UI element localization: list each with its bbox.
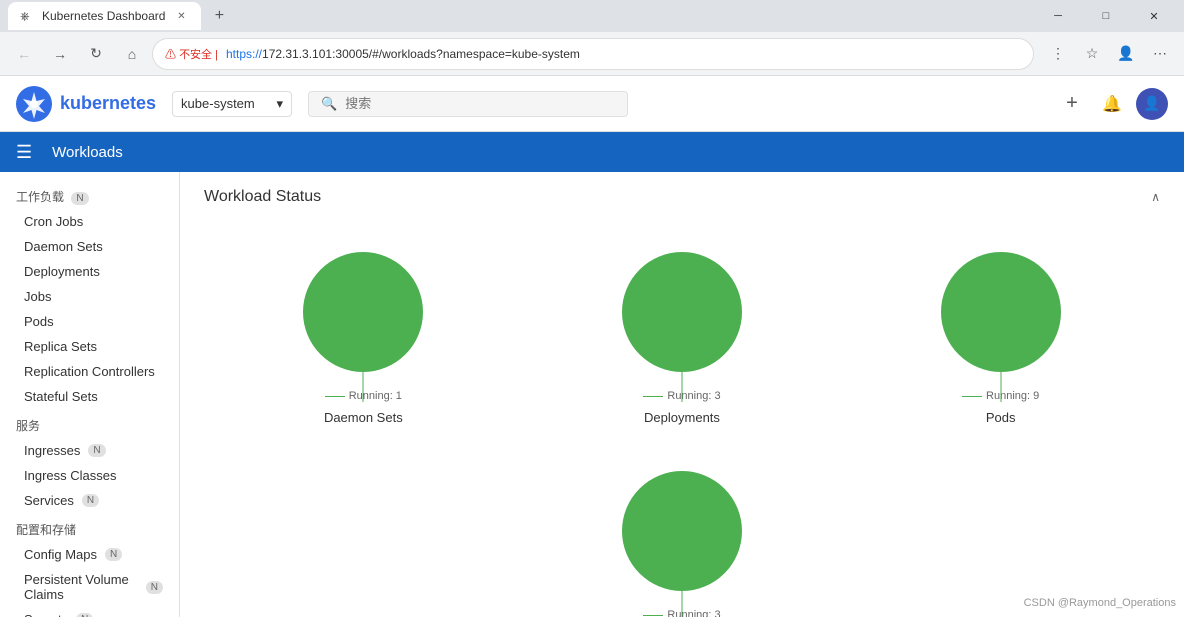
kubernetes-logo-text: kubernetes xyxy=(60,93,156,114)
extensions-icon[interactable]: ⋮ xyxy=(1042,38,1074,70)
sidebar-section-services: 服务 xyxy=(0,409,179,438)
watermark: CSDN @Raymond_Operations xyxy=(1024,597,1176,609)
sidebar-section-config: 配置和存储 xyxy=(0,513,179,542)
app: kubernetes kube-system ▾ 🔍 + 🔔 👤 ☰ Workl… xyxy=(0,76,1184,617)
url-path: /#/workloads?namespace=kube-system xyxy=(369,47,580,61)
url-protocol: https:// xyxy=(226,47,262,61)
profile-icon[interactable]: 👤 xyxy=(1110,38,1142,70)
sidebar-section-workloads: 工作负载 N xyxy=(0,180,179,209)
bookmark-icon[interactable]: ☆ xyxy=(1076,38,1108,70)
sidebar-item-ingress-classes[interactable]: Ingress Classes xyxy=(0,463,179,488)
pods-circle xyxy=(941,252,1061,372)
home-button[interactable]: ⌂ xyxy=(116,38,148,70)
pods-line xyxy=(1000,362,1001,402)
search-input[interactable] xyxy=(345,96,615,111)
url-domain: 172.31.3.101 xyxy=(262,47,332,61)
url-port: :30005 xyxy=(332,47,369,61)
sidebar-item-services[interactable]: Services N xyxy=(0,488,179,513)
url-text: https://172.31.3.101:30005/#/workloads?n… xyxy=(226,47,580,61)
user-avatar[interactable]: 👤 xyxy=(1136,88,1168,120)
browser-titlebar: ⎈ Kubernetes Dashboard ✕ + ─ □ ✕ xyxy=(0,0,1184,32)
minimize-button[interactable]: ─ xyxy=(1036,0,1080,32)
daemon-sets-name: Daemon Sets xyxy=(324,410,403,425)
deployments-circle-wrapper xyxy=(612,242,752,382)
collapse-button[interactable]: ∧ xyxy=(1151,190,1160,204)
tab-close-button[interactable]: ✕ xyxy=(173,8,189,24)
pods-name: Pods xyxy=(986,410,1016,425)
notifications-button[interactable]: 🔔 xyxy=(1096,88,1128,120)
sidebar: 工作负载 N Cron Jobs Daemon Sets Deployments… xyxy=(0,172,180,617)
sidebar-item-cron-jobs[interactable]: Cron Jobs xyxy=(0,209,179,234)
refresh-button[interactable]: ↻ xyxy=(80,38,112,70)
search-icon: 🔍 xyxy=(321,96,337,112)
sidebar-item-ingresses[interactable]: Ingresses N xyxy=(0,438,179,463)
close-button[interactable]: ✕ xyxy=(1132,0,1176,32)
main-content: Workload Status ∧ Running: 1 Daemon Sets xyxy=(180,172,1184,617)
content-area: 工作负载 N Cron Jobs Daemon Sets Deployments… xyxy=(0,172,1184,617)
pods-circle-wrapper xyxy=(931,242,1071,382)
replica-sets-circle-wrapper xyxy=(612,461,752,601)
chart-deployments: Running: 3 Deployments xyxy=(523,222,842,441)
panel-header: Workload Status ∧ xyxy=(204,188,1160,206)
back-button[interactable]: ← xyxy=(8,38,40,70)
sidebar-item-replication-controllers[interactable]: Replication Controllers xyxy=(0,359,179,384)
toolbar-actions: ⋮ ☆ 👤 ⋯ xyxy=(1042,38,1176,70)
security-warning: ⚠ 不安全 | xyxy=(165,46,218,62)
kubernetes-logo-icon xyxy=(16,86,52,122)
services-badge: N xyxy=(82,494,99,507)
config-maps-badge: N xyxy=(105,548,122,561)
sidebar-item-jobs[interactable]: Jobs xyxy=(0,284,179,309)
daemon-sets-circle xyxy=(303,252,423,372)
app-header: kubernetes kube-system ▾ 🔍 + 🔔 👤 xyxy=(0,76,1184,132)
chart-replica-sets: Running: 3 Replica Sets xyxy=(523,441,842,617)
deployments-line xyxy=(681,362,682,402)
sidebar-item-stateful-sets[interactable]: Stateful Sets xyxy=(0,384,179,409)
header-actions: + 🔔 👤 xyxy=(1056,88,1168,120)
address-bar[interactable]: ⚠ 不安全 | https://172.31.3.101:30005/#/wor… xyxy=(152,38,1034,70)
sidebar-item-daemon-sets[interactable]: Daemon Sets xyxy=(0,234,179,259)
add-button[interactable]: + xyxy=(1056,88,1088,120)
daemon-sets-line xyxy=(363,362,364,402)
browser-tab[interactable]: ⎈ Kubernetes Dashboard ✕ xyxy=(8,2,201,30)
workloads-badge: N xyxy=(71,192,88,205)
deployments-circle xyxy=(622,252,742,372)
sidebar-item-deployments[interactable]: Deployments xyxy=(0,259,179,284)
deployments-name: Deployments xyxy=(644,410,720,425)
search-box[interactable]: 🔍 xyxy=(308,91,628,117)
sidebar-item-replica-sets[interactable]: Replica Sets xyxy=(0,334,179,359)
workloads-nav-title: Workloads xyxy=(52,144,123,161)
tab-title: Kubernetes Dashboard xyxy=(42,9,165,23)
forward-button[interactable]: → xyxy=(44,38,76,70)
replica-sets-circle xyxy=(622,471,742,591)
kubernetes-logo: kubernetes xyxy=(16,86,156,122)
sidebar-item-pods[interactable]: Pods xyxy=(0,309,179,334)
sidebar-item-config-maps[interactable]: Config Maps N xyxy=(0,542,179,567)
hamburger-menu-icon[interactable]: ☰ xyxy=(16,142,32,163)
charts-row-2: Running: 3 Replica Sets xyxy=(204,441,1160,617)
charts-row-1: Running: 1 Daemon Sets Running: 3 Deploy… xyxy=(204,222,1160,441)
chevron-down-icon: ▾ xyxy=(277,96,284,112)
sidebar-item-pvc[interactable]: Persistent Volume Claims N xyxy=(0,567,179,607)
daemon-sets-circle-wrapper xyxy=(293,242,433,382)
secrets-badge: N xyxy=(76,613,93,617)
chart-daemon-sets: Running: 1 Daemon Sets xyxy=(204,222,523,441)
new-tab-button[interactable]: + xyxy=(205,2,233,30)
chart-pods: Running: 9 Pods xyxy=(841,222,1160,441)
pvc-badge: N xyxy=(146,581,163,594)
replica-sets-line xyxy=(682,581,683,617)
maximize-button[interactable]: □ xyxy=(1084,0,1128,32)
sidebar-item-secrets[interactable]: Secrets N xyxy=(0,607,179,617)
namespace-value: kube-system xyxy=(181,96,255,111)
more-icon[interactable]: ⋯ xyxy=(1144,38,1176,70)
workload-status-panel: Workload Status ∧ Running: 1 Daemon Sets xyxy=(180,172,1184,617)
namespace-selector[interactable]: kube-system ▾ xyxy=(172,91,292,117)
tab-favicon: ⎈ xyxy=(20,9,34,23)
ingresses-badge: N xyxy=(88,444,105,457)
panel-title: Workload Status xyxy=(204,188,321,206)
browser-toolbar: ← → ↻ ⌂ ⚠ 不安全 | https://172.31.3.101:300… xyxy=(0,32,1184,76)
top-nav: ☰ Workloads xyxy=(0,132,1184,172)
window-controls: ─ □ ✕ xyxy=(1036,0,1176,32)
